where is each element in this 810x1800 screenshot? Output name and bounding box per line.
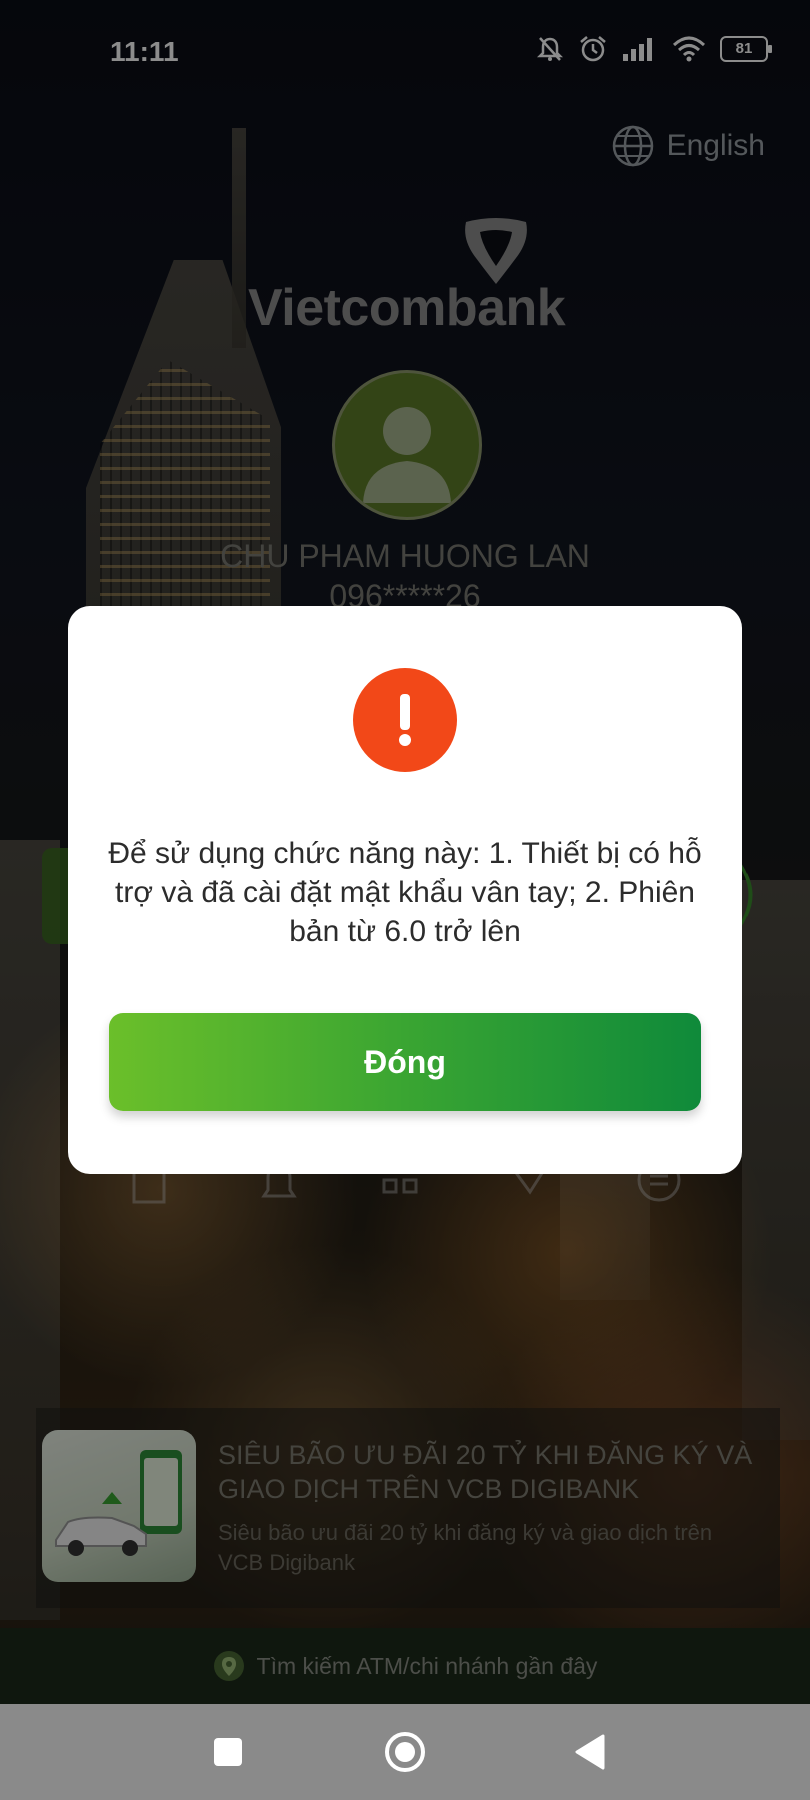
circle-icon	[385, 1732, 425, 1772]
exclamation-icon	[399, 694, 411, 746]
back-button[interactable]	[568, 1704, 612, 1800]
alert-icon	[353, 668, 457, 772]
back-triangle-icon	[575, 1734, 605, 1770]
square-icon	[214, 1738, 242, 1766]
system-nav-bar	[0, 1704, 810, 1800]
close-button[interactable]: Đóng	[109, 1013, 701, 1111]
recents-button[interactable]	[196, 1704, 260, 1800]
dialog-message: Để sử dụng chức năng này: 1. Thiết bị có…	[108, 837, 702, 948]
home-button[interactable]	[378, 1704, 432, 1800]
alert-dialog: Để sử dụng chức năng này: 1. Thiết bị có…	[68, 606, 742, 1174]
app-screen: 11:11 81 English Vietcombank CHU PHAM HU…	[0, 0, 810, 1800]
